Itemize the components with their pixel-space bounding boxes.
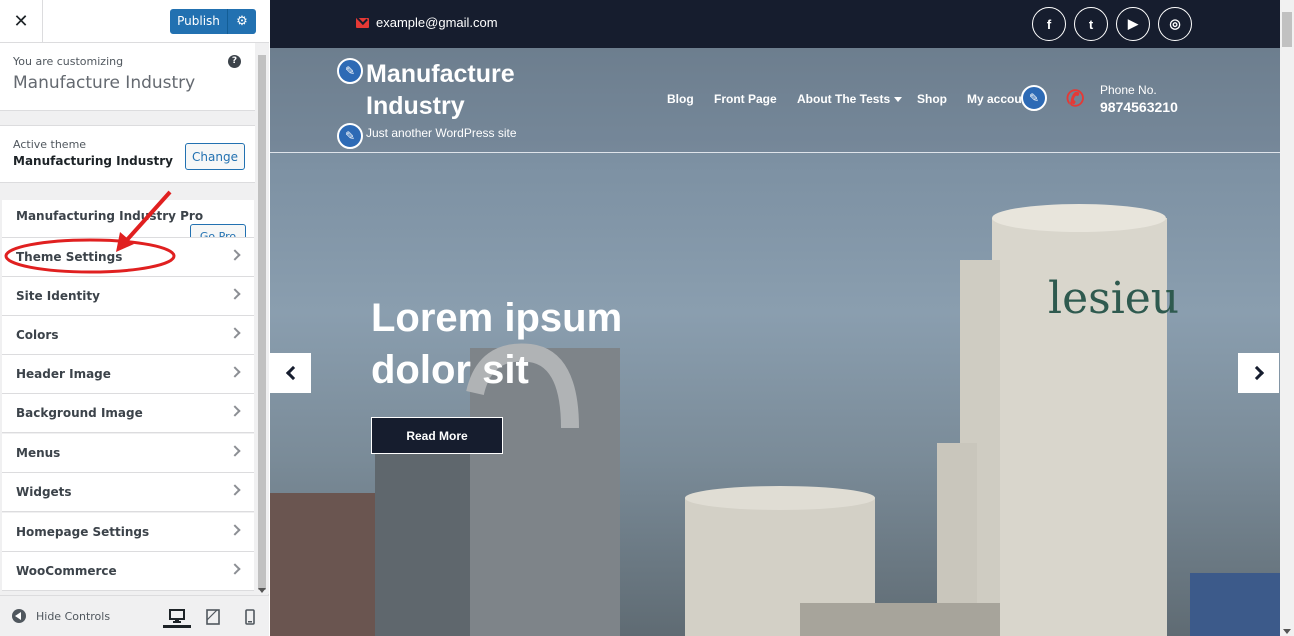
chevron-right-icon (229, 288, 241, 300)
phone-number: 9874563210 (1100, 99, 1178, 115)
chevron-right-icon (229, 524, 241, 536)
caret-down-icon (894, 97, 903, 103)
hide-controls-label: Hide Controls (36, 609, 111, 623)
tank-logo-text: lesieu (1048, 273, 1179, 324)
mobile-preview-icon[interactable] (236, 606, 264, 628)
hide-controls-button[interactable]: Hide Controls (12, 609, 110, 623)
customizing-label: You are customizing (13, 55, 124, 68)
section-label: Widgets (16, 485, 72, 499)
help-icon[interactable]: ? (228, 55, 241, 68)
twitter-icon[interactable]: t (1074, 7, 1108, 41)
facebook-icon[interactable]: f (1032, 7, 1066, 41)
email-icon (356, 18, 369, 28)
scroll-down-arrow-icon[interactable] (1283, 629, 1291, 634)
phone-icon: ✆ (1066, 86, 1085, 111)
nav-about-the-tests[interactable]: About The Tests (797, 92, 903, 106)
change-theme-button[interactable]: Change (185, 143, 245, 170)
chevron-right-icon (229, 484, 241, 496)
chevron-right-icon (229, 563, 241, 575)
scrollbar-thumb[interactable] (258, 55, 266, 590)
chevron-right-icon (229, 366, 241, 378)
chevron-right-icon (229, 327, 241, 339)
section-woocommerce[interactable]: WooCommerce (2, 552, 254, 591)
slider-prev-button[interactable] (270, 353, 311, 393)
section-header-image[interactable]: Header Image (2, 355, 254, 394)
preview-topbar: example@gmail.com f t ▶ ◎ (270, 0, 1280, 48)
go-pro-button[interactable]: Go Pro (190, 224, 246, 237)
phone-label: Phone No. (1100, 83, 1157, 97)
nav-my-account[interactable]: My accou (967, 92, 1022, 106)
section-homepage-settings[interactable]: Homepage Settings (2, 513, 254, 552)
edit-title-pencil-icon[interactable]: ✎ (337, 58, 363, 84)
nav-about-label: About The Tests (797, 92, 891, 106)
nav-front-page[interactable]: Front Page (714, 92, 777, 106)
section-colors[interactable]: Colors (2, 316, 254, 355)
chevron-right-icon (229, 445, 241, 457)
topbar-email[interactable]: example@gmail.com (376, 15, 498, 30)
slider-next-button[interactable] (1238, 353, 1279, 393)
sidebar-scrollbar[interactable] (256, 43, 269, 594)
desktop-preview-icon[interactable] (163, 606, 191, 628)
section-widgets[interactable]: Widgets (2, 473, 254, 512)
section-label: Site Identity (16, 289, 100, 303)
collapse-icon (12, 609, 26, 623)
site-preview: example@gmail.com f t ▶ ◎ lesieu ✎ ✎ Man… (270, 0, 1280, 636)
section-label: Menus (16, 446, 61, 460)
customizer-footer: Hide Controls (0, 595, 269, 636)
active-theme-panel: Active theme Manufacturing Industry Chan… (0, 125, 255, 183)
chevron-right-icon (229, 249, 241, 261)
preview-scrollbar[interactable] (1280, 0, 1294, 636)
section-label: WooCommerce (16, 564, 117, 578)
site-title[interactable]: Manufacture Industry (366, 58, 566, 122)
section-site-identity[interactable]: Site Identity (2, 277, 254, 316)
nav-blog[interactable]: Blog (667, 92, 694, 106)
customizer-sidebar: ✕ Publish ⚙ You are customizing Manufact… (0, 0, 269, 636)
section-label: Background Image (16, 406, 143, 420)
pro-section-label: Manufacturing Industry Pro (16, 209, 204, 223)
instagram-icon[interactable]: ◎ (1158, 7, 1192, 41)
chevron-right-icon (229, 405, 241, 417)
section-label: Colors (16, 328, 59, 342)
publish-label[interactable]: Publish (170, 9, 228, 34)
youtube-icon[interactable]: ▶ (1116, 7, 1150, 41)
close-icon: ✕ (13, 10, 29, 32)
scroll-down-arrow-icon[interactable] (258, 588, 266, 593)
hero-title: Lorem ipsum dolor sit (371, 296, 623, 392)
close-customizer-button[interactable]: ✕ (0, 0, 43, 42)
site-tagline: Just another WordPress site (366, 126, 517, 140)
read-more-button[interactable]: Read More (371, 417, 503, 454)
scrollbar-thumb[interactable] (1282, 12, 1292, 47)
section-label: Theme Settings (16, 250, 123, 264)
edit-tagline-pencil-icon[interactable]: ✎ (337, 123, 363, 149)
section-theme-settings[interactable]: Theme Settings (2, 238, 254, 277)
edit-menu-pencil-icon[interactable]: ✎ (1021, 85, 1047, 111)
tablet-preview-icon[interactable] (199, 606, 227, 628)
customizing-site-name: Manufacture Industry (13, 73, 196, 93)
customizing-info: You are customizing Manufacture Industry… (0, 43, 255, 111)
section-label: Homepage Settings (16, 525, 150, 539)
chevron-left-icon (285, 365, 300, 381)
pro-section[interactable]: Manufacturing Industry Pro Go Pro (2, 200, 254, 238)
section-menus[interactable]: Menus (2, 434, 254, 473)
publish-button[interactable]: Publish ⚙ (170, 9, 256, 34)
section-label: Header Image (16, 367, 111, 381)
customizer-header: ✕ Publish ⚙ (0, 0, 269, 43)
section-background-image[interactable]: Background Image (2, 394, 254, 433)
chevron-right-icon (1249, 365, 1264, 381)
nav-shop[interactable]: Shop (917, 92, 947, 106)
publish-settings-gear-icon[interactable]: ⚙ (228, 14, 256, 29)
